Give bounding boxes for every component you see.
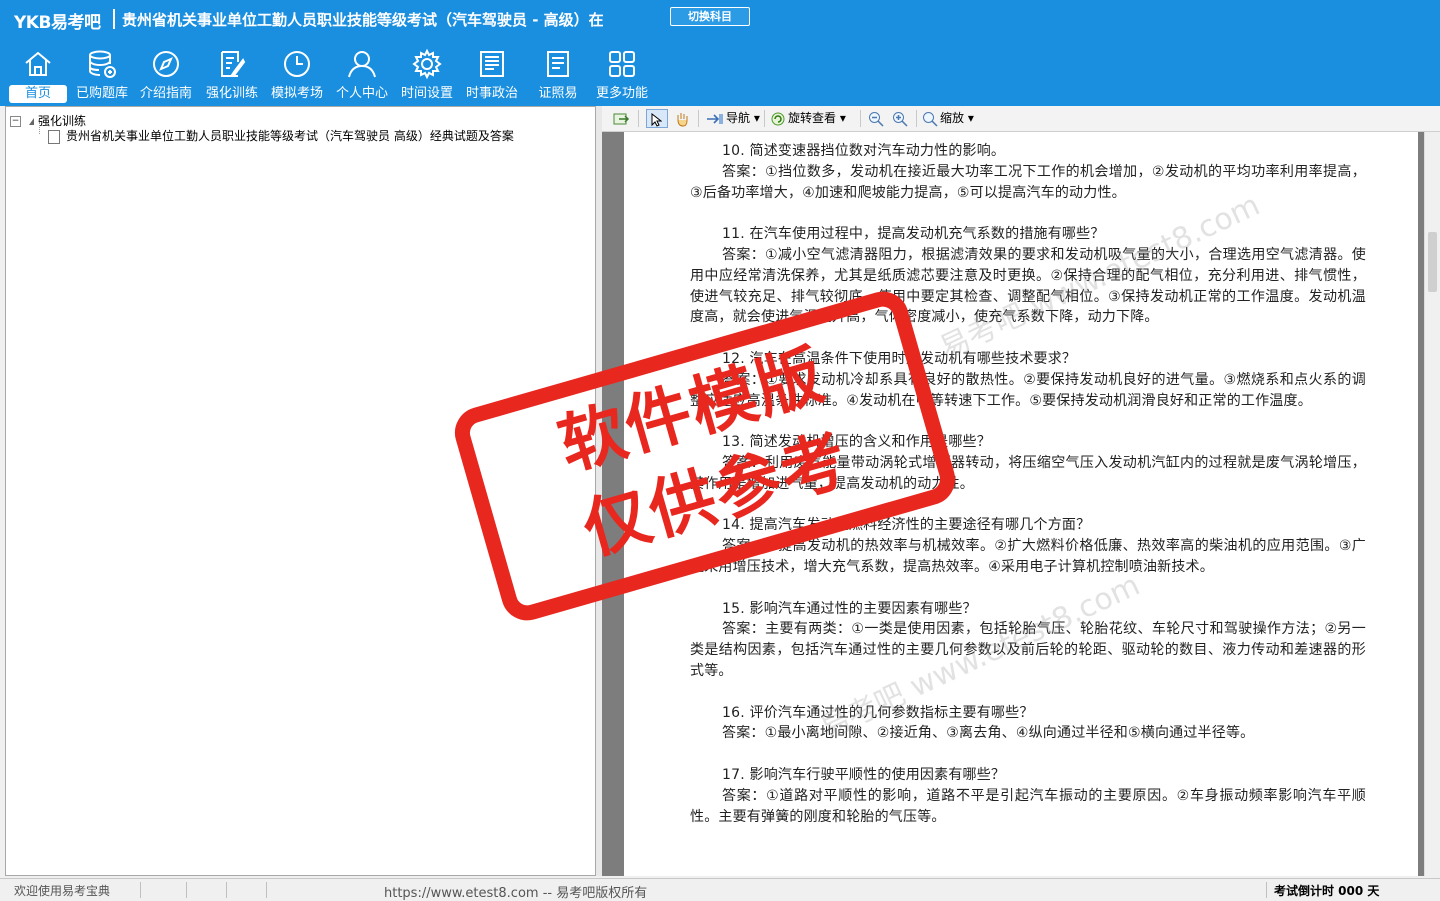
question-text: 17. 影响汽车行驶平顺性的使用因素有哪些？ [722,766,1006,783]
tree-node-label: 强化训练 [38,114,87,128]
tree-node-label: 贵州省机关事业单位工勤人员职业技能等级考试（汽车驾驶员 高级）经典试题及答案 [66,129,514,143]
nav-label: 证照易 [538,86,578,101]
nav-item-mock-exam[interactable]: 模拟考场 [265,44,329,104]
nav-item-current-affairs[interactable]: 时事政治 [460,44,524,104]
export-button[interactable] [612,109,632,128]
nav-label: 首页 [9,85,67,103]
document-page: 10. 简述变速器挡位数对汽车动力性的影响。 答案：①挡位数多，发动机在接近最大… [624,132,1418,876]
document-text: 10. 简述变速器挡位数对汽车动力性的影响。 答案：①挡位数多，发动机在接近最大… [690,141,1366,848]
hand-tool-button[interactable] [674,109,692,128]
brand-divider [113,9,115,29]
home-icon [22,48,54,80]
toolbar-divider [764,110,765,127]
brand-logo: YKB易考吧 [14,13,101,33]
exam-countdown: 考试倒计时 000 天 [1274,884,1380,898]
question-text: 15. 影响汽车通过性的主要因素有哪些？ [722,600,977,617]
status-divider [1266,882,1267,898]
navigation-icon [707,113,723,124]
question-text: 16. 评价汽车通过性的几何参数指标主要有哪些？ [722,704,1034,721]
question-text: 14. 提高汽车发动机燃料经济性的主要途径有哪几个方面？ [722,517,1091,534]
status-bar: 欢迎使用易考宝典 https://www.etest8.com -- 易考吧版权… [0,878,1440,901]
copyright-text: https://www.etest8.com -- 易考吧版权所有 [384,886,648,901]
document-icon [48,129,60,144]
toolbar-divider [698,110,699,127]
question-text: 13. 简述发动机增压的含义和作用是哪些？ [722,434,991,451]
nav-item-training[interactable]: 强化训练 [200,44,264,104]
nav-label: 个人中心 [335,86,388,101]
clock-icon [281,48,313,80]
zoom-in-icon [893,111,908,127]
certificate-icon [542,48,574,80]
rotate-icon [771,112,785,125]
nav-item-guide[interactable]: 介绍指南 [134,44,198,104]
hand-icon [677,112,688,127]
toolbar-divider [638,110,639,127]
answer-text: 答案：①最小离地间隙、②接近角、③离去角、④纵向通过半径和⑤横向通过半径等。 [722,725,1255,742]
nav-item-more[interactable]: 更多功能 [590,44,654,104]
nav-item-certificate[interactable]: 证照易 [526,44,590,104]
document-viewer: 导航 ▾ 旋转查看 ▾ 缩放 ▾ 10. 简述变速器挡位数对汽车动力性的影响。 … [602,106,1440,876]
nav-item-profile[interactable]: 个人中心 [330,44,394,104]
nav-label: 介绍指南 [139,86,192,101]
folder-icon [29,118,34,125]
status-divider [266,882,267,898]
nav-label: 时间设置 [400,86,453,101]
question-text: 12. 汽车在高温条件下使用时对发动机有哪些技术要求？ [722,350,1077,367]
welcome-text: 欢迎使用易考宝典 [14,884,111,898]
grid-icon [606,48,638,80]
compass-icon [150,48,182,80]
newspaper-icon [476,48,508,80]
rotate-view-dropdown[interactable]: 旋转查看 ▾ [770,109,846,128]
vertical-scrollbar[interactable] [1424,132,1440,876]
nav-label: 强化训练 [205,86,258,101]
answer-text: 答案：①道路对平顺性的影响，道路不平是引起汽车振动的主要原因。②车身振动频率影响… [690,787,1366,825]
navigation-dropdown[interactable]: 导航 ▾ [706,109,760,128]
nav-label: 模拟考场 [270,86,323,101]
database-icon [86,48,118,80]
toolbar-divider [860,110,861,127]
status-divider [226,882,227,898]
exam-title: 贵州省机关事业单位工勤人员职业技能等级考试（汽车驾驶员 - 高级）在 [122,11,604,29]
tree-panel: − 强化训练 贵州省机关事业单位工勤人员职业技能等级考试（汽车驾驶员 高级）经典试… [5,106,596,876]
cursor-icon [651,112,662,127]
navigation-label: 导航 [726,111,751,125]
document-scroll-area[interactable]: 10. 简述变速器挡位数对汽车动力性的影响。 答案：①挡位数多，发动机在接近最大… [602,132,1440,876]
answer-text: 答案：主要有两类：①一类是使用因素，包括轮胎气压、轮胎花纹、车轮尺寸和驾驶操作方… [690,621,1366,679]
answer-text: 答案：①挡位数多，发动机在接近最大功率工况下工作的机会增加，②发动机的平均功率利… [690,163,1366,201]
export-icon [613,113,630,124]
answer-text: 答案：利用废气能量带动涡轮式增压器转动，将压缩空气压入发动机汽缸内的过程就是废气… [690,454,1366,492]
rotate-view-label: 旋转查看 [788,111,837,125]
question-text: 10. 简述变速器挡位数对汽车动力性的影响。 [722,143,1006,159]
collapse-icon[interactable]: − [10,116,21,127]
zoom-dropdown[interactable]: 缩放 ▾ [922,109,974,128]
toolbar-divider [916,110,917,127]
nav-item-purchased-bank[interactable]: 已购题库 [70,44,134,104]
tree-node-document[interactable]: 贵州省机关事业单位工勤人员职业技能等级考试（汽车驾驶员 高级）经典试题及答案 [34,127,514,144]
nav-label: 已购题库 [75,86,128,101]
status-divider [140,882,141,898]
user-icon [346,48,378,80]
select-tool-button[interactable] [646,109,668,128]
zoom-in-button[interactable] [892,109,910,128]
nav-item-time-settings[interactable]: 时间设置 [395,44,459,104]
answer-text: 答案：①要求发动机冷却系具有良好的散热性。②要保持发动机良好的进气量。③燃烧系和… [690,371,1366,409]
switch-subject-button[interactable]: 切换科目 [670,7,750,26]
zoom-out-icon [869,111,884,127]
magnifier-icon [923,111,938,127]
status-divider [186,882,187,898]
main-nav: 首页 已购题库 介绍指南 强化训练 模拟考场 个人中心 时间设置 时事政治 证照… [0,44,700,106]
answer-text: 答案：①减小空气滤清器阻力，根据滤清效果的要求和发动机吸气量的大小，合理选用空气… [690,246,1366,326]
nav-item-home[interactable]: 首页 [6,44,70,104]
edit-icon [216,48,248,80]
question-text: 11. 在汽车使用过程中，提高发动机充气系数的措施有哪些？ [722,226,1105,243]
viewer-toolbar: 导航 ▾ 旋转查看 ▾ 缩放 ▾ [602,106,1440,132]
nav-label: 时事政治 [465,86,518,101]
scrollbar-thumb[interactable] [1428,232,1437,292]
top-header: YKB易考吧 贵州省机关事业单位工勤人员职业技能等级考试（汽车驾驶员 - 高级）… [0,0,1440,106]
zoom-out-button[interactable] [868,109,886,128]
gear-icon [411,48,443,80]
zoom-label: 缩放 [940,111,965,125]
answer-text: 答案：①提高发动机的热效率与机械效率。②扩大燃料价格低廉、热效率高的柴油机的应用… [690,538,1366,575]
nav-label: 更多功能 [595,86,648,101]
